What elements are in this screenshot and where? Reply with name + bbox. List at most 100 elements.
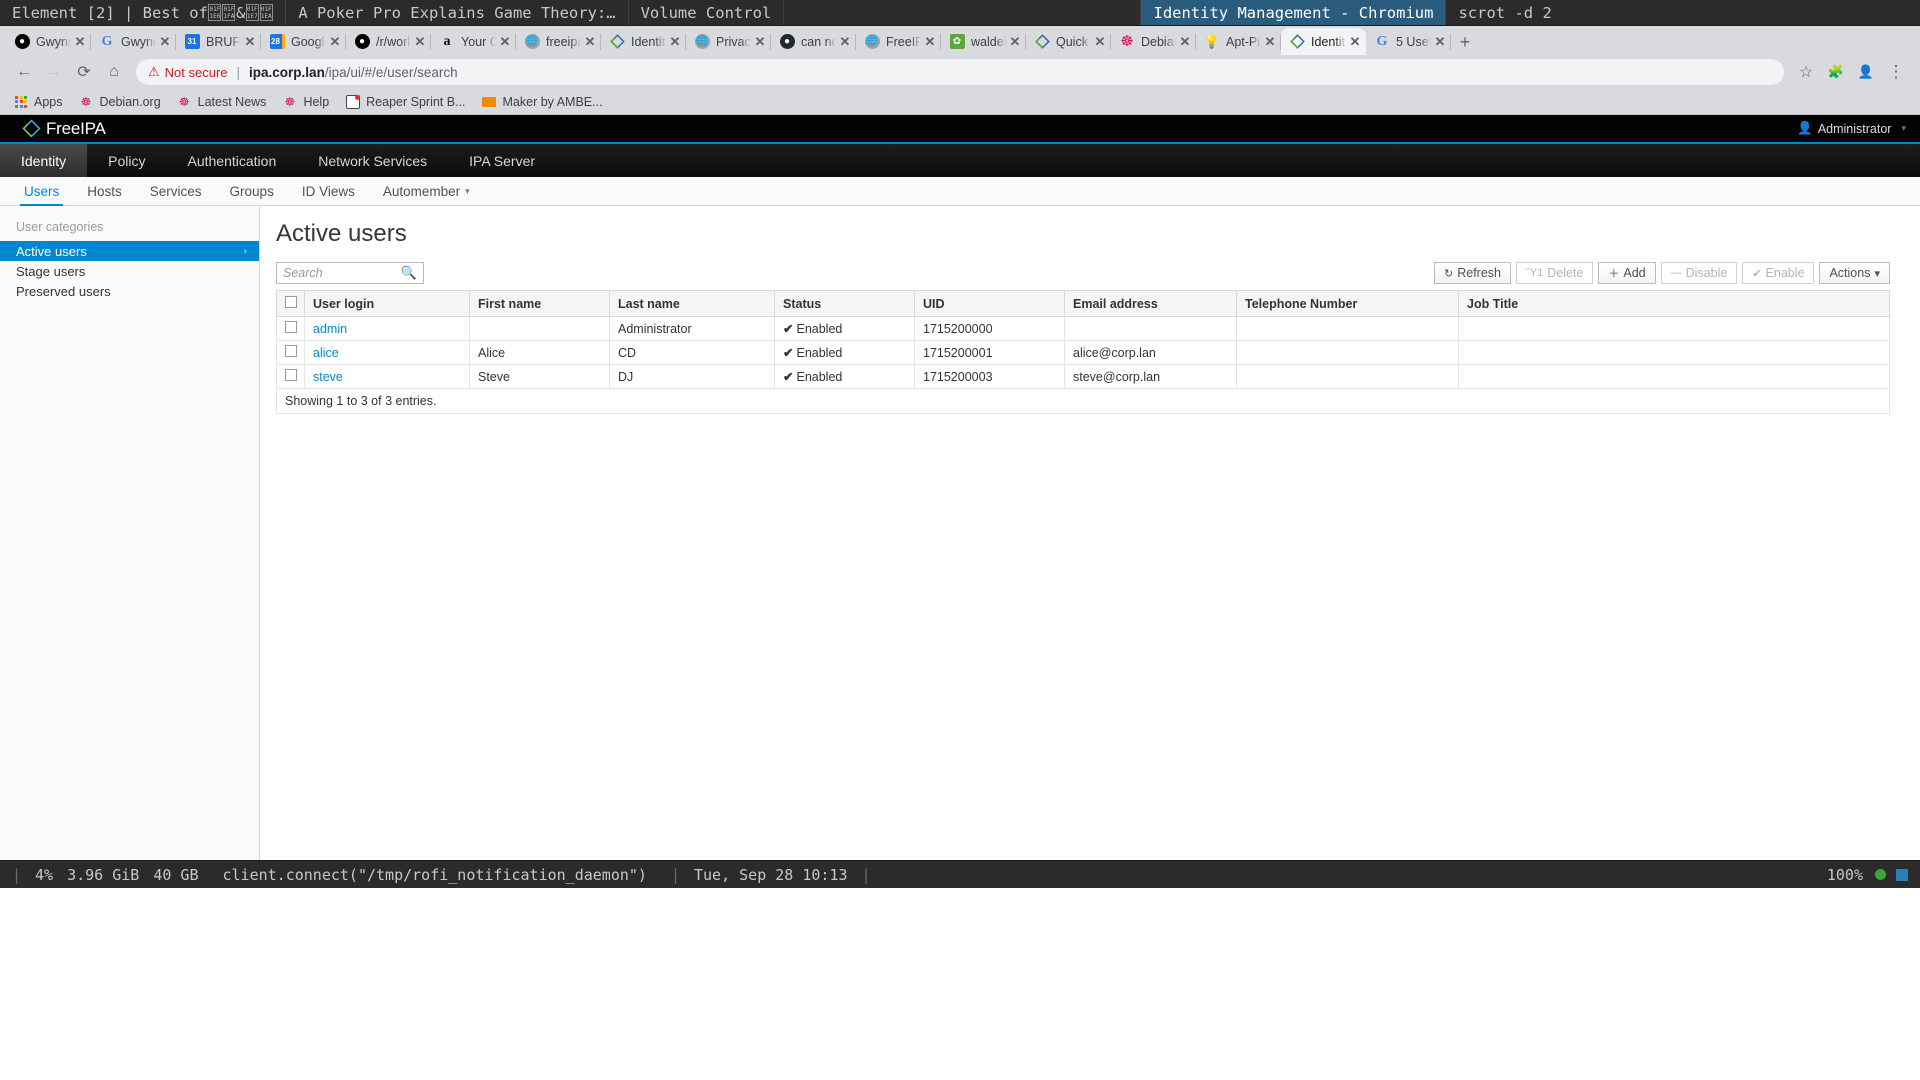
new-tab-button[interactable]: + [1451, 29, 1479, 55]
back-button[interactable]: ← [10, 58, 38, 86]
tab-close-icon[interactable]: ✕ [838, 34, 852, 49]
cell-user-login[interactable]: alice [304, 340, 470, 365]
column-header-telephone-number[interactable]: Telephone Number [1236, 290, 1459, 317]
row-select-cell[interactable] [276, 340, 305, 365]
nav-item-identity[interactable]: Identity [0, 144, 88, 177]
cell-user-login[interactable]: steve [304, 364, 470, 389]
subnav-item-users[interactable]: Users [10, 177, 73, 206]
search-icon[interactable]: 🔍 [401, 265, 417, 281]
browser-tab[interactable]: Quick ✕ [1026, 28, 1111, 55]
tab-close-icon[interactable]: ✕ [1348, 34, 1362, 49]
facet-item-stage-users[interactable]: Stage users [0, 261, 259, 281]
wm-window-scrot[interactable]: scrot -d 2 [1446, 0, 1920, 25]
browser-tab[interactable]: G 5 Usef ✕ [1366, 28, 1451, 55]
browser-tab[interactable]: 31 BRUFO✕ [176, 28, 261, 55]
tab-close-icon[interactable]: ✕ [923, 34, 937, 49]
row-select-cell[interactable] [276, 364, 305, 389]
subnav-item-groups[interactable]: Groups [216, 177, 288, 205]
tray-app-icon[interactable] [1896, 868, 1908, 881]
tab-close-icon[interactable]: ✕ [413, 34, 427, 49]
tab-close-icon[interactable]: ✕ [668, 34, 682, 49]
bookmark-item[interactable]: ☸ Debian.org [72, 91, 168, 112]
browser-tab[interactable]: 28 Google✕ [261, 28, 346, 55]
select-all-checkbox[interactable] [285, 296, 297, 308]
browser-tab[interactable]: ● Gwynn✕ [6, 28, 91, 55]
search-box[interactable]: 🔍 [276, 262, 424, 284]
browser-tab[interactable]: a Your O ✕ [431, 28, 516, 55]
nav-item-policy[interactable]: Policy [87, 144, 166, 177]
user-menu[interactable]: 👤 Administrator ▾ [1797, 121, 1906, 136]
extensions-button[interactable]: 🧩 [1822, 58, 1850, 86]
browser-tab[interactable]: Identit ✕ [601, 28, 686, 55]
cell-user-login[interactable]: admin [304, 316, 470, 341]
nav-item-ipa-server[interactable]: IPA Server [448, 144, 556, 177]
browser-tab[interactable]: G Gwynn✕ [91, 28, 176, 55]
security-indicator[interactable]: ⚠ Not secure [148, 64, 228, 80]
row-checkbox[interactable] [285, 321, 297, 333]
browser-tab[interactable]: ☸ Debian✕ [1111, 28, 1196, 55]
browser-tab[interactable]: 🌐 freeipa ✕ [516, 28, 601, 55]
row-checkbox[interactable] [285, 369, 297, 381]
enable-button[interactable]: ✔ Enable [1742, 262, 1815, 284]
column-header-first-name[interactable]: First name [469, 290, 610, 317]
tab-close-icon[interactable]: ✕ [73, 34, 87, 49]
address-bar[interactable]: ⚠ Not secure | ipa.corp.lan/ipa/ui/#/e/u… [136, 59, 1784, 85]
tab-close-icon[interactable]: ✕ [753, 34, 767, 49]
facet-item-active-users[interactable]: Active users › [0, 241, 259, 261]
subnav-item-services[interactable]: Services [136, 177, 216, 205]
tab-close-icon[interactable]: ✕ [243, 34, 257, 49]
column-header-status[interactable]: Status [774, 290, 915, 317]
tab-close-icon[interactable]: ✕ [1433, 34, 1447, 49]
facet-item-preserved-users[interactable]: Preserved users [0, 281, 259, 301]
bookmark-item[interactable]: Apps [8, 92, 70, 112]
tab-close-icon[interactable]: ✕ [158, 34, 172, 49]
bookmark-item[interactable]: ☸ Latest News [170, 91, 274, 112]
user-login-link[interactable]: admin [313, 322, 347, 336]
subnav-item-id-views[interactable]: ID Views [288, 177, 369, 205]
select-all-header[interactable] [276, 290, 305, 317]
column-header-user-login[interactable]: User login [304, 290, 470, 317]
tab-close-icon[interactable]: ✕ [328, 34, 342, 49]
browser-tab[interactable]: ● can no ✕ [771, 28, 856, 55]
home-button[interactable]: ⌂ [100, 58, 128, 86]
column-header-job-title[interactable]: Job Title [1458, 290, 1890, 317]
tab-close-icon[interactable]: ✕ [1093, 34, 1107, 49]
browser-tab[interactable]: 💡 Apt-Pi ✕ [1196, 28, 1281, 55]
disable-button[interactable]: — Disable [1660, 262, 1738, 284]
bookmark-item[interactable]: ☸ Help [275, 91, 336, 112]
tab-close-icon[interactable]: ✕ [498, 34, 512, 49]
column-header-email-address[interactable]: Email address [1064, 290, 1237, 317]
reload-button[interactable]: ⟳ [70, 58, 98, 86]
browser-tab[interactable]: 🌐 Privac ✕ [686, 28, 771, 55]
browser-tab[interactable]: ✿ waldek✕ [941, 28, 1026, 55]
column-header-last-name[interactable]: Last name [609, 290, 775, 317]
bookmark-item[interactable]: Maker by AMBE... [475, 91, 610, 112]
browser-tab[interactable]: ● /r/worl ✕ [346, 28, 431, 55]
bookmark-item[interactable]: Reaper Sprint B... [338, 91, 472, 112]
wm-window-poker[interactable]: A Poker Pro Explains Game Theory:… [286, 0, 629, 25]
nav-item-authentication[interactable]: Authentication [167, 144, 298, 177]
tab-close-icon[interactable]: ✕ [1178, 34, 1192, 49]
user-login-link[interactable]: alice [313, 346, 339, 360]
add-button[interactable]: ＋ Add [1598, 262, 1656, 284]
wm-window-volume-control[interactable]: Volume Control [629, 0, 785, 25]
browser-tab-active[interactable]: Identit ✕ [1281, 28, 1366, 55]
freeipa-logo[interactable]: FreeIPA [22, 119, 106, 139]
tab-close-icon[interactable]: ✕ [1263, 34, 1277, 49]
chrome-menu-button[interactable]: ⋮ [1882, 58, 1910, 86]
tab-close-icon[interactable]: ✕ [1008, 34, 1022, 49]
refresh-button[interactable]: ↻ Refresh [1434, 262, 1512, 284]
tab-close-icon[interactable]: ✕ [583, 34, 597, 49]
subnav-item-hosts[interactable]: Hosts [73, 177, 136, 205]
row-select-cell[interactable] [276, 316, 305, 341]
search-input[interactable] [283, 266, 401, 280]
actions-button[interactable]: Actions ▾ [1819, 262, 1890, 284]
nav-item-network-services[interactable]: Network Services [297, 144, 448, 177]
profile-button[interactable]: 👤 [1852, 58, 1880, 86]
status-volume[interactable]: 100% [1815, 866, 1875, 884]
browser-tab[interactable]: 🌐 FreeIPA✕ [856, 28, 941, 55]
wm-window-identity-management[interactable]: Identity Management - Chromium [1141, 0, 1447, 25]
forward-button[interactable]: → [40, 58, 68, 86]
subnav-item-automember[interactable]: Automember ▾ [369, 177, 484, 205]
bookmark-star-button[interactable]: ☆ [1792, 58, 1820, 86]
